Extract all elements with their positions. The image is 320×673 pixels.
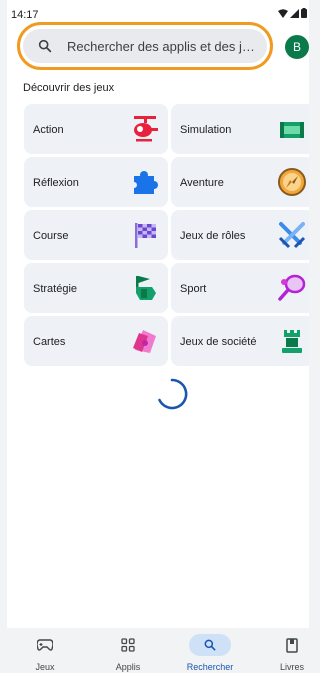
- category-label: Simulation: [180, 124, 232, 136]
- signal-icon: [290, 8, 299, 18]
- nav-icon-container: [271, 634, 309, 656]
- battery-icon: [301, 8, 307, 18]
- search-bar[interactable]: Rechercher des applis et des je...: [23, 29, 267, 63]
- nav-item-livres[interactable]: Livres: [262, 628, 309, 673]
- category-tile-jeux-de-roles[interactable]: Jeux de rôles: [171, 210, 309, 260]
- play-store-search-screen: 14:17 Rechercher des applis et des je...…: [7, 0, 309, 673]
- category-tile-reflexion[interactable]: Réflexion: [24, 157, 168, 207]
- section-title: Découvrir des jeux: [23, 82, 115, 94]
- chess-rook-icon: [282, 330, 302, 353]
- category-tile-strategie[interactable]: Stratégie: [24, 263, 168, 313]
- apps-grid-icon: [121, 638, 135, 652]
- search-input[interactable]: Rechercher des applis et des je...: [67, 39, 257, 54]
- nav-item-applis[interactable]: Applis: [98, 628, 158, 673]
- category-tile-aventure[interactable]: Aventure: [171, 157, 309, 207]
- category-label: Course: [33, 230, 69, 242]
- nav-item-jeux[interactable]: Jeux: [15, 628, 75, 673]
- nav-label: Rechercher: [186, 662, 234, 672]
- search-icon: [204, 639, 216, 651]
- category-label: Cartes: [33, 336, 66, 348]
- wifi-icon: [278, 8, 288, 18]
- bottom-navigation: Jeux Applis Rechercher Livres: [7, 628, 309, 673]
- gamepad-icon: [37, 639, 53, 651]
- crossed-swords-icon: [278, 222, 306, 249]
- nav-label: Livres: [279, 662, 304, 672]
- tennis-racket-icon: [278, 274, 306, 301]
- nav-icon-container: [24, 634, 66, 656]
- avatar-letter: B: [292, 40, 301, 54]
- checkered-flag-icon: [135, 223, 156, 248]
- category-label: Sport: [180, 283, 207, 295]
- nav-label: Jeux: [35, 662, 55, 672]
- compass-icon: [278, 168, 306, 196]
- nav-item-rechercher[interactable]: Rechercher: [180, 628, 240, 673]
- strategy-flag-icon: [136, 276, 156, 300]
- cards-icon: [133, 330, 156, 353]
- status-bar: 14:17: [7, 0, 309, 22]
- status-time: 14:17: [11, 9, 39, 21]
- category-tile-cartes[interactable]: Cartes: [24, 316, 168, 366]
- helicopter-icon: [134, 116, 158, 142]
- category-label: Stratégie: [33, 283, 78, 295]
- puzzle-piece-icon: [131, 171, 158, 194]
- category-label: Jeux de rôles: [180, 230, 246, 242]
- stadium-icon: [280, 122, 304, 138]
- spinner-icon: [158, 378, 188, 410]
- book-icon: [286, 637, 298, 653]
- nav-icon-container: [189, 634, 231, 656]
- category-tile-simulation[interactable]: Simulation: [171, 104, 309, 154]
- category-tile-action[interactable]: Action: [24, 104, 168, 154]
- category-tile-sport[interactable]: Sport: [171, 263, 309, 313]
- avatar[interactable]: B: [285, 35, 309, 59]
- category-label: Jeux de société: [180, 336, 257, 348]
- status-icons: [278, 8, 307, 18]
- category-label: Réflexion: [33, 177, 79, 189]
- category-label: Aventure: [180, 177, 224, 189]
- category-label: Action: [33, 124, 64, 136]
- search-icon: [38, 39, 52, 53]
- category-tile-jeux-de-societe[interactable]: Jeux de société: [171, 316, 309, 366]
- nav-icon-container: [107, 634, 149, 656]
- nav-label: Applis: [115, 662, 141, 672]
- category-tile-course[interactable]: Course: [24, 210, 168, 260]
